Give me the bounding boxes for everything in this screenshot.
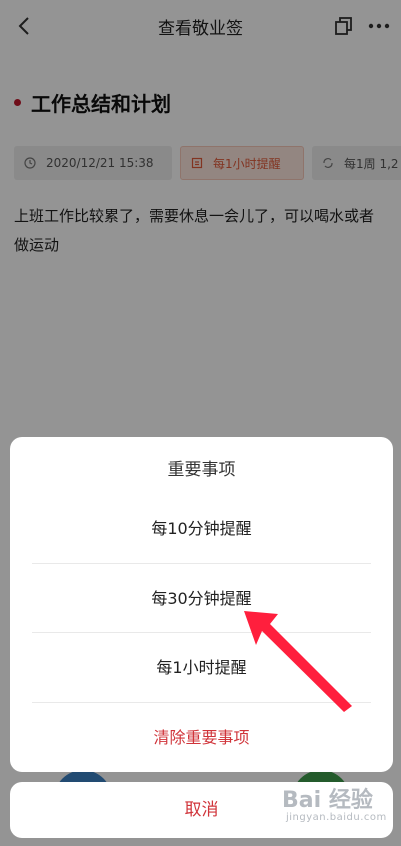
option-30-min[interactable]: 每30分钟提醒 [32,571,371,627]
option-1-hour[interactable]: 每1小时提醒 [32,640,371,696]
divider [32,563,371,564]
divider [32,702,371,703]
watermark-url: jingyan.baidu.com [286,812,387,823]
watermark-logo: Bai 经验 [282,788,373,813]
divider [32,632,371,633]
baidu-watermark: Bai 经验 jingyan.baidu.com [282,782,398,834]
important-action-sheet: 重要事项 每10分钟提醒 每30分钟提醒 每1小时提醒 清除重要事项 [10,437,393,772]
sheet-title: 重要事项 [167,460,236,480]
option-10-min[interactable]: 每10分钟提醒 [32,501,371,557]
clear-important-button[interactable]: 清除重要事项 [32,710,371,766]
